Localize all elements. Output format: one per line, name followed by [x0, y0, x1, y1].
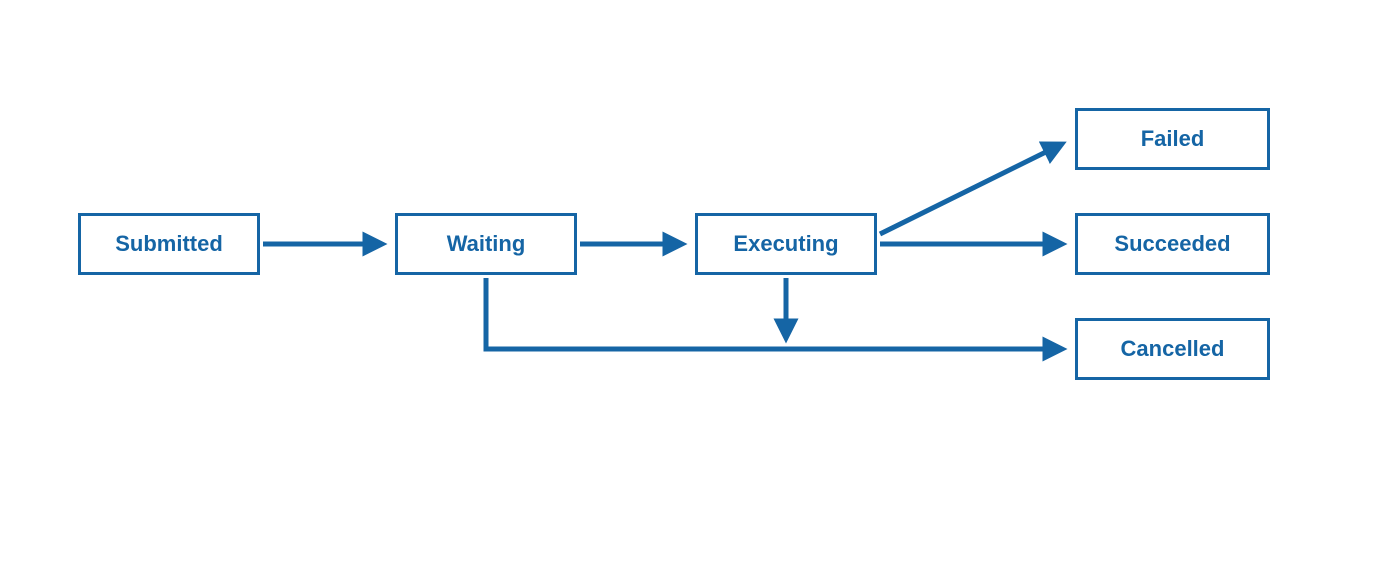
- state-cancelled: Cancelled: [1075, 318, 1270, 380]
- state-submitted: Submitted: [78, 213, 260, 275]
- state-label: Submitted: [115, 231, 223, 257]
- state-succeeded: Succeeded: [1075, 213, 1270, 275]
- state-label: Cancelled: [1121, 336, 1225, 362]
- state-failed: Failed: [1075, 108, 1270, 170]
- state-label: Succeeded: [1114, 231, 1230, 257]
- state-label: Failed: [1141, 126, 1205, 152]
- arrow-executing-failed: [880, 145, 1060, 234]
- arrow-waiting-cancelled: [486, 278, 1060, 349]
- transitions-svg: [0, 0, 1392, 562]
- state-waiting: Waiting: [395, 213, 577, 275]
- state-label: Executing: [733, 231, 838, 257]
- state-label: Waiting: [447, 231, 526, 257]
- state-executing: Executing: [695, 213, 877, 275]
